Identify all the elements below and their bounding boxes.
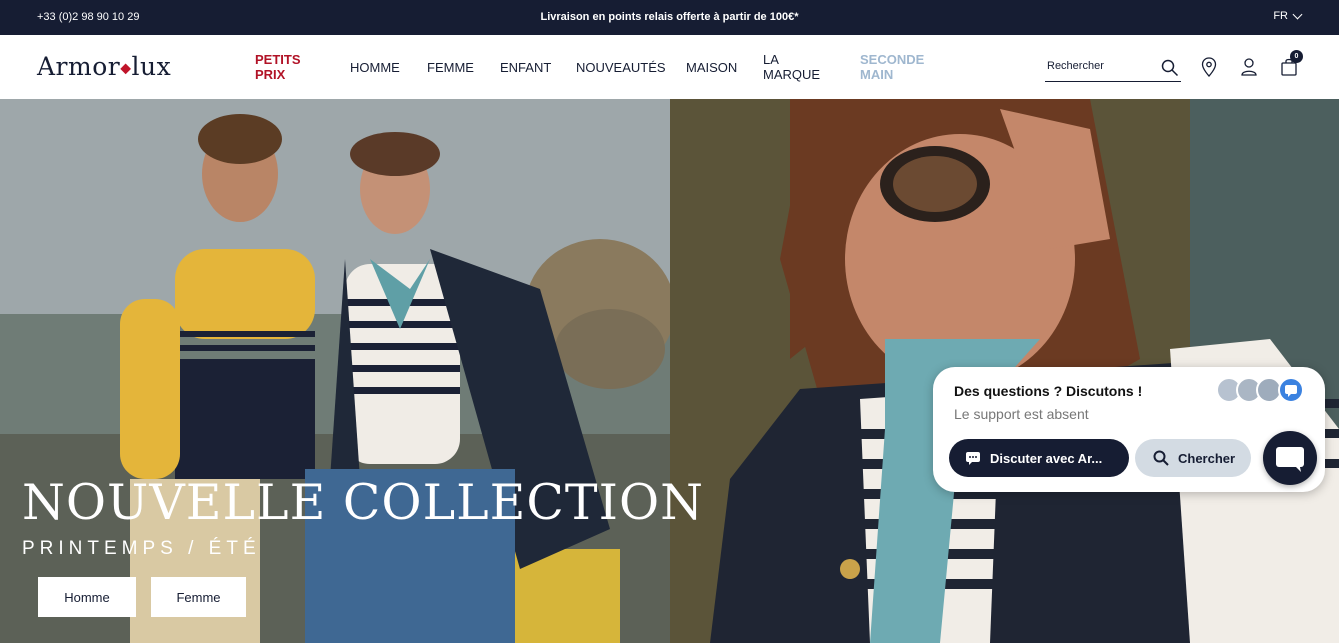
- nav-femme[interactable]: FEMME: [427, 35, 474, 99]
- nav-la-marque-line2: MARQUE: [763, 67, 821, 82]
- nav-petits-prix-line1: PETITS: [255, 52, 301, 67]
- promo-banner: Livraison en points relais offerte à par…: [540, 11, 799, 23]
- shop-femme-button[interactable]: Femme: [151, 577, 246, 617]
- chat-title: Des questions ? Discutons !: [954, 383, 1143, 399]
- logo-diamond-icon: ◆: [120, 60, 132, 77]
- hero-image-left[interactable]: [0, 99, 670, 643]
- nav-petits-prix[interactable]: PETITS PRIX: [255, 35, 301, 99]
- account-icon[interactable]: [1240, 57, 1258, 82]
- nav-homme[interactable]: HOMME: [350, 35, 400, 99]
- logo-text-left: Armor: [37, 52, 121, 81]
- hero-headline: NOUVELLE COLLECTION: [22, 474, 705, 531]
- chevron-down-icon: [1292, 9, 1303, 19]
- language-selector[interactable]: FR: [1273, 9, 1303, 22]
- brand-logo[interactable]: Armor◆lux: [37, 52, 171, 81]
- nav-seconde-main-line2: MAIN: [860, 67, 894, 82]
- search-icon[interactable]: [1161, 59, 1179, 82]
- language-label: FR: [1273, 10, 1288, 22]
- chat-status: Le support est absent: [954, 406, 1089, 422]
- chat-bubble-icon: [966, 452, 980, 465]
- store-locator-icon[interactable]: [1201, 57, 1217, 82]
- nav-maison[interactable]: MAISON: [686, 35, 737, 99]
- hero-subline: PRINTEMPS / ÉTÉ: [22, 538, 261, 559]
- main-header: Armor◆lux PETITS PRIX HOMME FEMME ENFANT …: [0, 35, 1339, 99]
- hero-left-illustration: [0, 99, 670, 643]
- chat-bubble-avatar-icon: [1278, 377, 1304, 403]
- shop-homme-button[interactable]: Homme: [38, 577, 136, 617]
- discuss-button[interactable]: Discuter avec Ar...: [949, 439, 1129, 477]
- nav-seconde-main-line1: SECONDE: [860, 52, 925, 67]
- nav-la-marque[interactable]: LA MARQUE: [763, 35, 820, 99]
- nav-petits-prix-line2: PRIX: [255, 67, 286, 82]
- nav-la-marque-line1: LA: [763, 52, 779, 67]
- cart-count-badge: 0: [1290, 50, 1303, 63]
- nav-nouveautes[interactable]: NOUVEAUTÉS: [576, 35, 666, 99]
- top-bar: +33 (0)2 98 90 10 29 Livraison en points…: [0, 0, 1339, 35]
- discuss-button-label: Discuter avec Ar...: [990, 450, 1103, 466]
- chat-launcher-button[interactable]: [1263, 431, 1317, 485]
- chat-icon: [1276, 447, 1304, 472]
- chat-search-button[interactable]: Chercher: [1135, 439, 1251, 477]
- chat-search-button-label: Chercher: [1178, 450, 1236, 466]
- search-box: [1045, 55, 1181, 82]
- search-icon: [1153, 450, 1169, 466]
- page: +33 (0)2 98 90 10 29 Livraison en points…: [0, 0, 1339, 643]
- nav-seconde-main[interactable]: SECONDE MAIN: [860, 35, 924, 99]
- nav-enfant[interactable]: ENFANT: [500, 35, 551, 99]
- logo-text-right: lux: [131, 52, 172, 81]
- search-input[interactable]: [1045, 55, 1153, 77]
